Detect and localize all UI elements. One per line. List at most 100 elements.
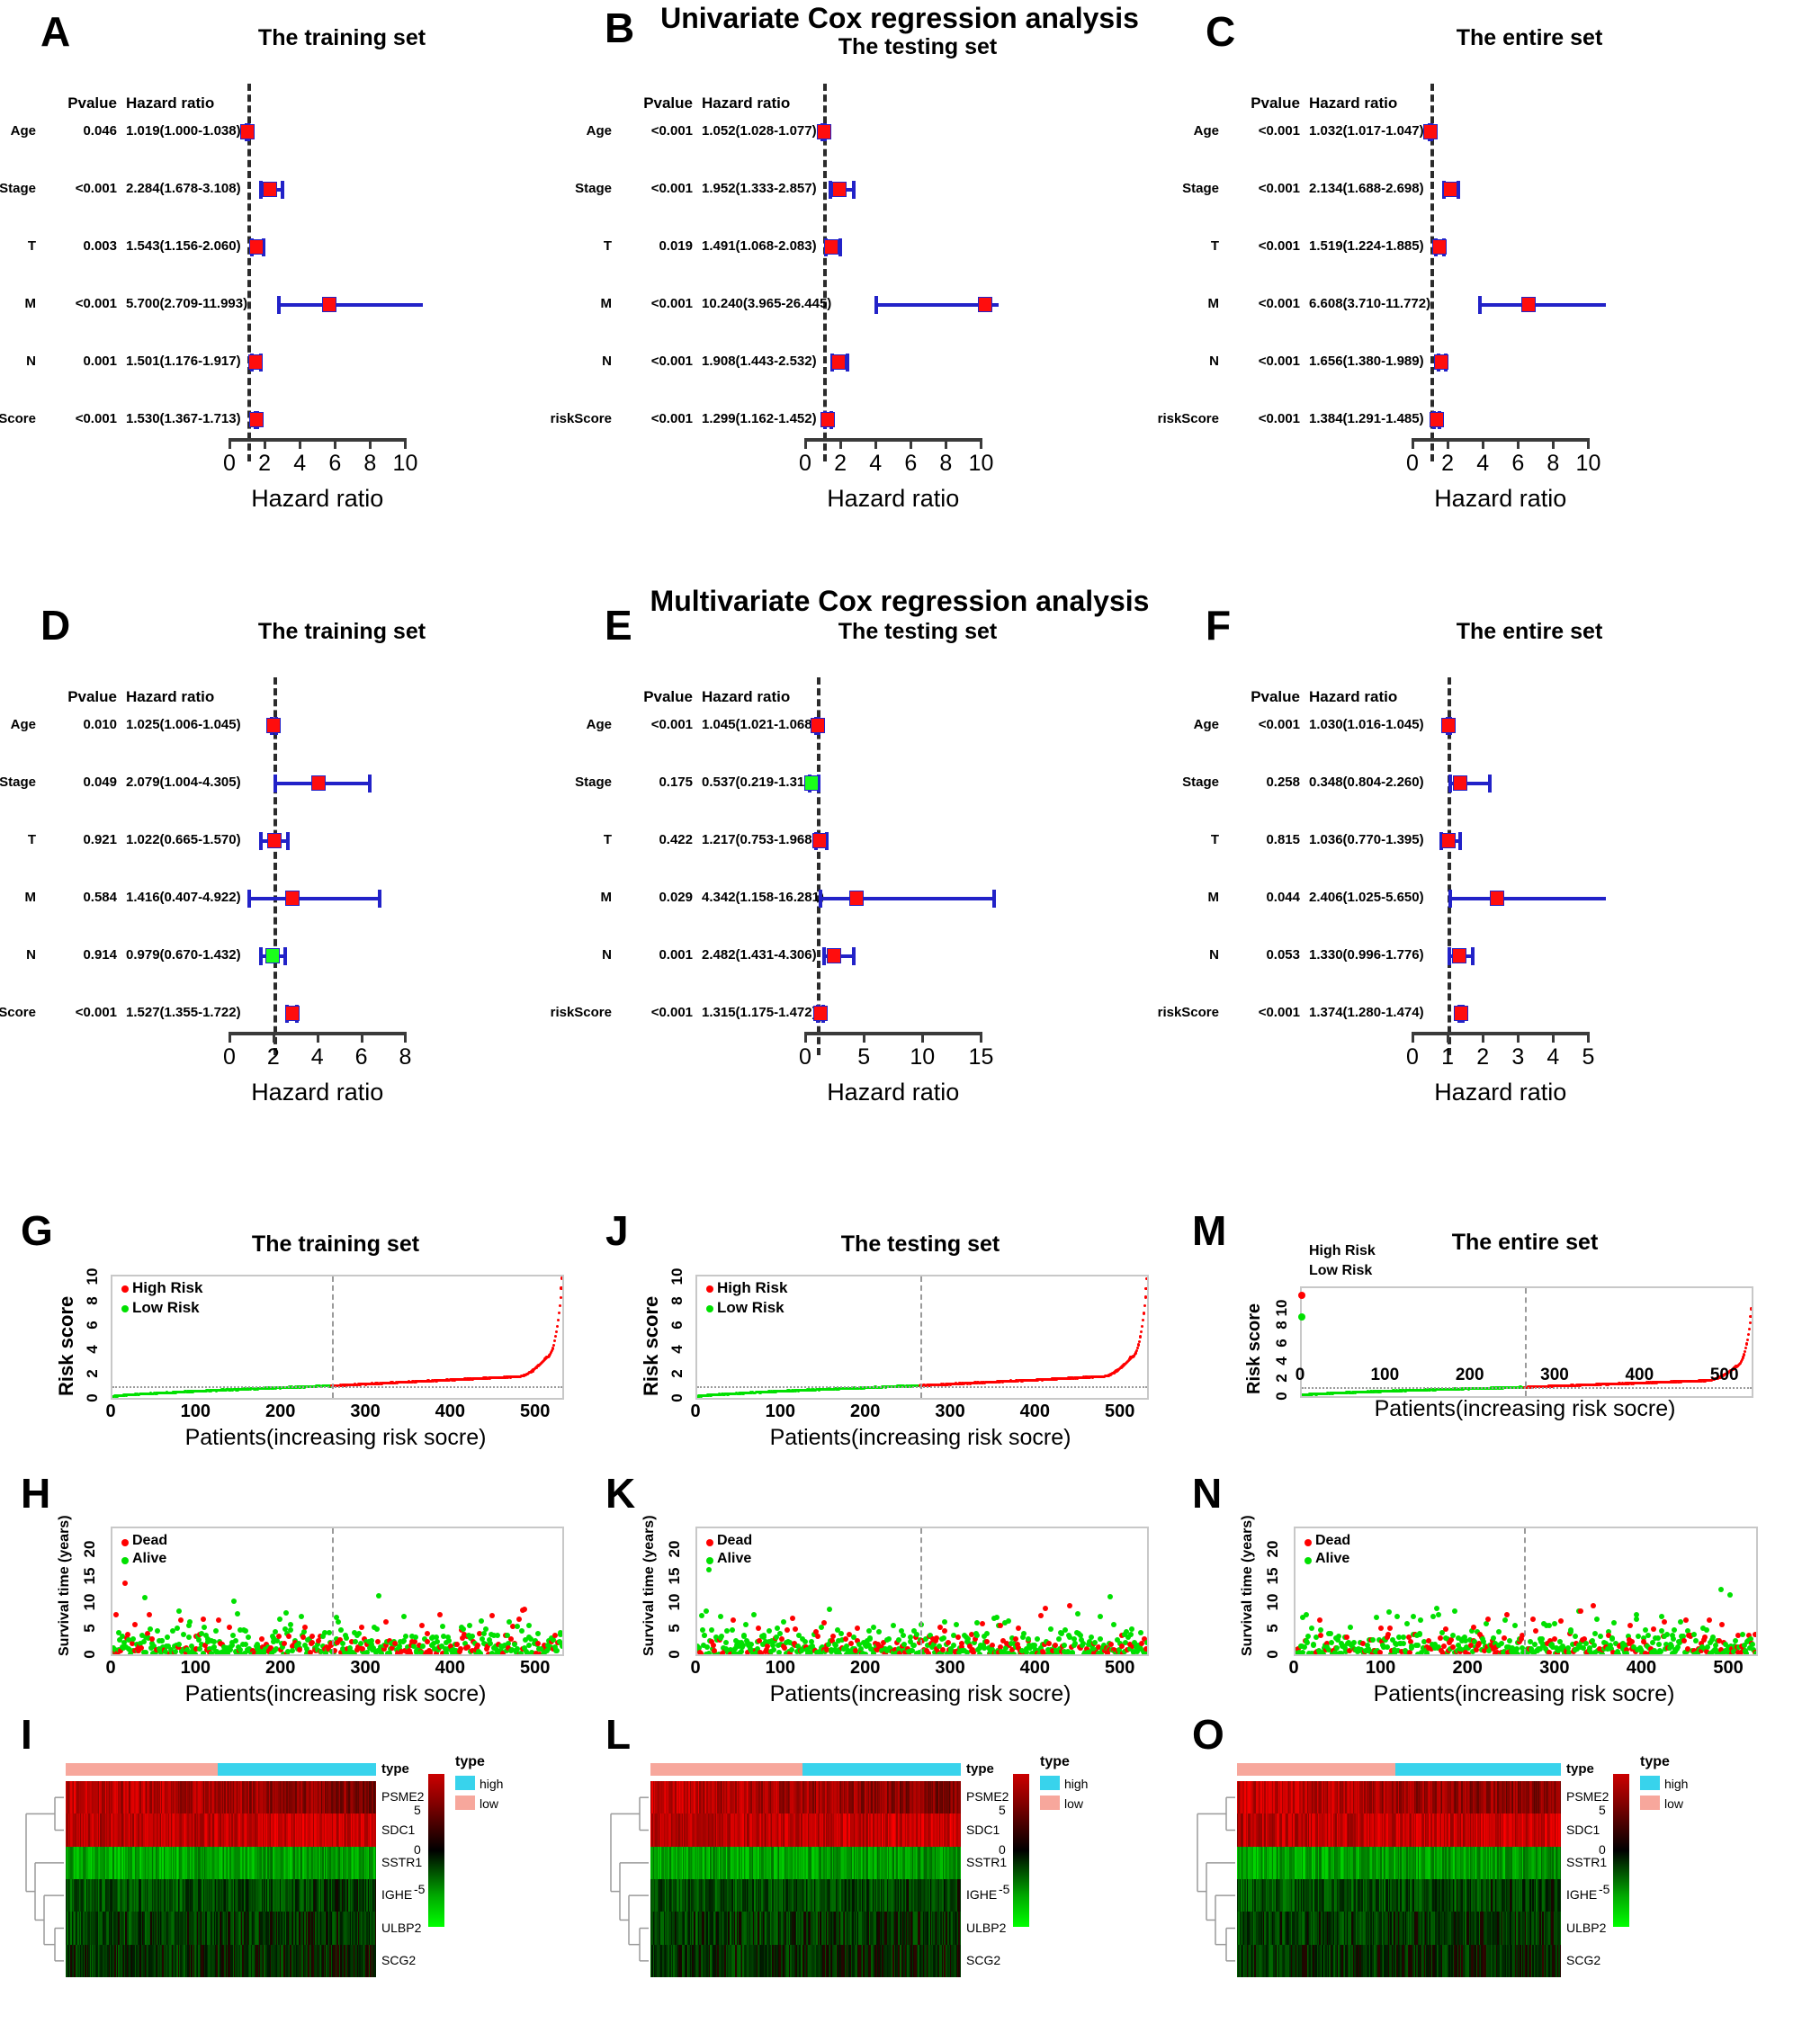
data-point (1070, 1650, 1076, 1654)
data-point (400, 1638, 407, 1644)
data-point (815, 1634, 821, 1640)
heatmap-cell (374, 1814, 376, 1848)
data-point (180, 1632, 186, 1638)
row-pvalue: <0.001 (1219, 1005, 1300, 1020)
forest-row: Stage 0.049 2.079(1.004-4.305) (0, 773, 612, 796)
forest-row: T 0.019 1.491(1.068-2.083) (594, 237, 1188, 260)
x-axis-tick-label: 10 (1576, 451, 1601, 477)
data-point (444, 1651, 450, 1654)
x-axis-tick (1447, 1032, 1450, 1043)
data-point (1594, 1617, 1600, 1623)
panel-letter-b: B (605, 7, 634, 49)
point-estimate-marker (267, 833, 282, 848)
data-point (1577, 1608, 1583, 1615)
data-point (1074, 1610, 1080, 1617)
column-header-pvalue: Pvalue (36, 94, 117, 112)
panel-letter-k: K (605, 1473, 635, 1514)
row-pvalue: 0.914 (36, 947, 117, 963)
column-header-hazard-ratio: Hazard ratio (702, 688, 846, 706)
point-estimate-marker (820, 412, 836, 427)
data-point (793, 1626, 799, 1633)
data-point (1430, 1614, 1436, 1619)
row-pvalue: <0.001 (1219, 354, 1300, 369)
row-pvalue: 0.422 (612, 832, 693, 847)
x-axis-tick (1412, 1032, 1414, 1043)
data-point (286, 1634, 292, 1640)
data-point (516, 1616, 523, 1622)
point-estimate-marker (978, 297, 993, 312)
row-variable-label: M (0, 890, 37, 905)
x-axis-tick-label: 0 (1288, 1658, 1298, 1679)
data-point (1143, 1303, 1146, 1307)
data-point (776, 1630, 783, 1636)
ci-cap-upper (851, 181, 856, 199)
data-point (1557, 1617, 1564, 1624)
data-point (552, 1339, 557, 1343)
data-point (1654, 1635, 1661, 1642)
row-hazard-ratio: 1.527(1.355-1.722) (126, 1005, 241, 1020)
data-point (555, 1324, 559, 1328)
data-point (1417, 1617, 1423, 1623)
x-axis-title: Hazard ratio (1349, 485, 1651, 513)
row-pvalue: <0.001 (612, 181, 693, 196)
forest-row: N 0.001 2.482(1.431-4.306) (594, 945, 1188, 969)
row-hazard-ratio: 4.342(1.158-16.281) (702, 890, 824, 905)
risk-cutoff-line (697, 1385, 1147, 1388)
row-pvalue: <0.001 (612, 717, 693, 732)
data-point (554, 1647, 560, 1653)
x-axis-tick (272, 1032, 275, 1043)
legend-label: High Risk (132, 1279, 202, 1297)
y-axis-tick-label: 0 (1264, 1643, 1282, 1666)
data-point (1502, 1617, 1509, 1623)
y-axis-tick-label: 15 (81, 1564, 99, 1588)
row-hazard-ratio: 2.406(1.025-5.650) (1309, 890, 1424, 905)
data-point (1733, 1638, 1739, 1644)
row-pvalue: 0.921 (36, 832, 117, 847)
x-axis-title: Patients(increasing risk socre) (641, 1681, 1199, 1707)
data-point (766, 1627, 772, 1634)
confidence-interval-line (247, 897, 381, 900)
ci-cap-lower (258, 832, 263, 850)
data-point (1011, 1651, 1018, 1654)
forest-plot-f: F The entire set Pvalue Hazard ratio Age <0.0… (1158, 603, 1808, 1106)
forest-row: T 0.422 1.217(0.753-1.968) (594, 830, 1188, 854)
data-point (229, 1643, 235, 1649)
x-axis-tick-label: 4 (1547, 1044, 1559, 1070)
data-point (1742, 1353, 1746, 1357)
x-axis-tick (1552, 1032, 1556, 1043)
x-axis-tick-label: 8 (363, 451, 376, 477)
data-point (525, 1623, 532, 1629)
ci-cap-upper (377, 890, 381, 908)
annotation-bar-low (66, 1763, 218, 1776)
row-pvalue: <0.001 (1219, 238, 1300, 254)
data-point (1448, 1637, 1454, 1643)
forest-row: Age <0.001 1.030(1.016-1.045) (1194, 715, 1808, 739)
legend-label: Dead (717, 1533, 752, 1549)
row-pvalue: 0.258 (1219, 775, 1300, 790)
x-axis-tick-label: 400 (1625, 1366, 1654, 1385)
x-axis-tick (804, 438, 807, 449)
data-point (469, 1633, 475, 1639)
data-point (1144, 1286, 1147, 1290)
ci-cap-upper (367, 775, 372, 793)
x-axis-tick-label: 6 (904, 451, 917, 477)
data-point (382, 1618, 389, 1625)
forest-row: riskScore <0.001 1.384(1.291-1.485) (1158, 409, 1808, 433)
data-point (1659, 1627, 1665, 1634)
y-axis-tick-label: 2 (84, 1363, 102, 1384)
data-point (494, 1632, 500, 1638)
data-point (1414, 1643, 1421, 1649)
point-estimate-marker (1442, 182, 1457, 197)
data-point (1753, 1650, 1756, 1654)
ci-cap-lower (1448, 775, 1452, 793)
x-axis-tick-label: 400 (1020, 1658, 1050, 1679)
data-point (1302, 1644, 1308, 1651)
data-point (175, 1641, 182, 1647)
data-point (1128, 1631, 1134, 1637)
row-hazard-ratio: 1.019(1.000-1.038) (126, 123, 241, 139)
point-estimate-marker (1452, 775, 1467, 791)
panel-letter-a: A (40, 11, 70, 52)
forest-row: Age <0.001 1.052(1.028-1.077) (587, 121, 1188, 145)
data-point (363, 1650, 370, 1654)
data-point (973, 1619, 980, 1625)
